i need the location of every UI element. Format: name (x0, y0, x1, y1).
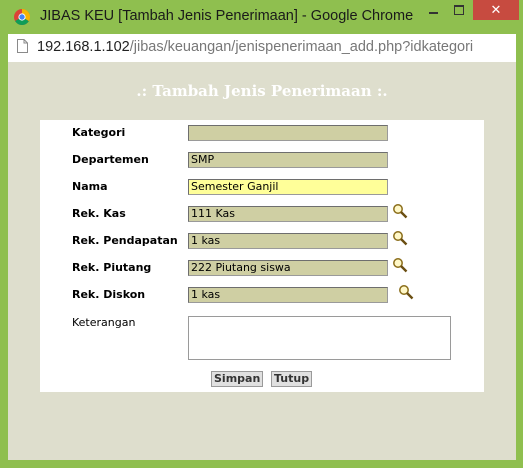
rek-pendapatan-field[interactable] (188, 233, 388, 249)
page-title: .: Tambah Jenis Penerimaan :. (136, 82, 388, 100)
rek-piutang-field[interactable] (188, 260, 388, 276)
browser-window: JIBAS KEU [Tambah Jenis Penerimaan] - Go… (0, 0, 523, 468)
minimize-button[interactable] (420, 0, 446, 20)
departemen-field[interactable] (188, 152, 388, 168)
kategori-field[interactable] (188, 125, 388, 141)
address-bar[interactable]: 192.168.1.102/jibas/keuangan/jenispeneri… (8, 34, 516, 62)
rek-diskon-label: Rek. Diskon (72, 288, 146, 301)
close-window-button[interactable]: ✕ (473, 0, 519, 20)
rek-piutang-search-icon[interactable] (392, 257, 408, 273)
window-title: JIBAS KEU [Tambah Jenis Penerimaan] - Go… (40, 8, 414, 24)
departemen-label: Departemen (72, 153, 149, 166)
tutup-button[interactable]: Tutup (271, 371, 313, 387)
keterangan-label: Keterangan (72, 316, 136, 329)
maximize-button[interactable] (446, 0, 472, 20)
url-text[interactable]: 192.168.1.102/jibas/keuangan/jenispeneri… (37, 39, 473, 55)
url-host: 192.168.1.102 (37, 39, 130, 55)
rek-pendapatan-label: Rek. Pendapatan (72, 234, 178, 247)
nama-label: Nama (72, 180, 108, 193)
close-icon: ✕ (490, 2, 502, 18)
page-icon (17, 39, 28, 53)
maximize-icon (454, 5, 464, 15)
keterangan-textarea[interactable] (188, 316, 451, 360)
form-panel: Kategori Departemen Nama Rek. Kas Rek. P… (40, 120, 484, 392)
rek-diskon-search-icon[interactable] (398, 284, 414, 300)
nama-field[interactable] (188, 179, 388, 195)
rek-kas-search-icon[interactable] (392, 203, 408, 219)
page-content: .: Tambah Jenis Penerimaan :. Kategori D… (8, 62, 516, 460)
chrome-icon (14, 9, 30, 25)
kategori-label: Kategori (72, 126, 126, 139)
rek-kas-field[interactable] (188, 206, 388, 222)
url-path: /jibas/keuangan/jenispenerimaan_add.php?… (129, 39, 474, 55)
rek-piutang-label: Rek. Piutang (72, 261, 152, 274)
rek-diskon-field[interactable] (188, 287, 388, 303)
title-bar[interactable]: JIBAS KEU [Tambah Jenis Penerimaan] - Go… (0, 0, 523, 34)
rek-kas-label: Rek. Kas (72, 207, 126, 220)
rek-pendapatan-search-icon[interactable] (392, 230, 408, 246)
simpan-button[interactable]: Simpan (211, 371, 264, 387)
minimize-icon (428, 12, 438, 14)
